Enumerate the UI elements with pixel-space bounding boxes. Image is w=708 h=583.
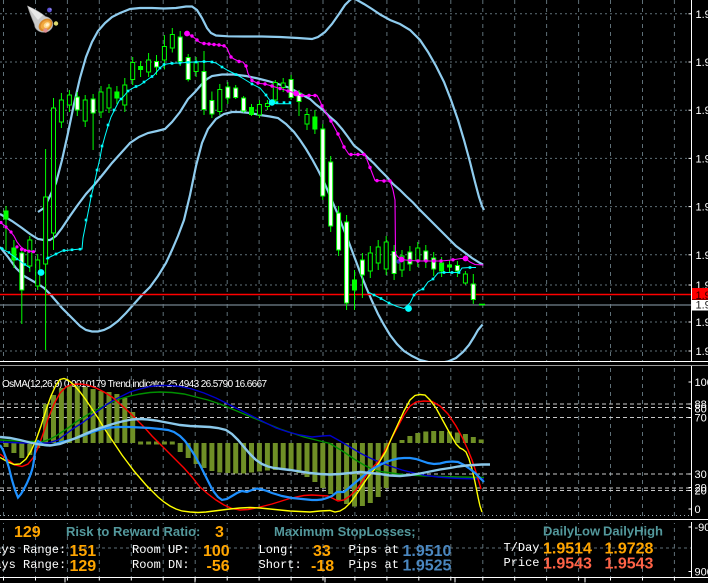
svg-text:1.9520: 1.9520 [696,346,708,358]
svg-text:1.9520: 1.9520 [696,57,708,69]
svg-text:-900: -900 [695,522,708,534]
svg-text:Long:: Long: [259,543,295,557]
svg-text:1.9543: 1.9543 [605,556,654,573]
svg-text:100: 100 [695,377,708,389]
svg-text:70: 70 [695,413,707,425]
svg-text:Risk to Reward Ratio:: Risk to Reward Ratio: [66,524,200,539]
svg-text:DailyLow: DailyLow [543,524,601,539]
svg-text:1.9525: 1.9525 [403,558,452,575]
svg-text:T/Day: T/Day [504,541,540,555]
svg-text:Room UP:: Room UP: [132,543,190,557]
svg-text:1.9520: 1.9520 [696,153,708,165]
svg-text:1.9520: 1.9520 [696,250,708,262]
svg-text:-56: -56 [207,558,230,575]
svg-text:20: 20 [695,486,707,498]
svg-text:Room DN:: Room DN: [132,558,190,572]
svg-text:129: 129 [70,558,97,575]
svg-text:Short:: Short: [259,558,302,572]
svg-text:Days Range:: Days Range: [0,543,66,557]
svg-text:0: 0 [695,504,701,516]
svg-text:1.9520: 1.9520 [696,300,708,312]
svg-text:30: 30 [695,469,707,481]
svg-text:1.9520: 1.9520 [696,9,708,21]
svg-text:900: 900 [695,567,708,579]
svg-text:-18: -18 [311,558,334,575]
svg-text:Maximum StopLosses;: Maximum StopLosses; [274,524,416,539]
svg-text:1.9520: 1.9520 [696,105,708,117]
svg-text:Days Range:: Days Range: [0,558,66,572]
svg-text:1.9543: 1.9543 [543,556,592,573]
svg-text:Price: Price [504,556,540,570]
svg-text:1.9520: 1.9520 [696,317,708,329]
svg-text:1.9520: 1.9520 [696,202,708,214]
svg-text:Pips at: Pips at [349,543,399,557]
svg-text:DailyHigh: DailyHigh [603,524,663,539]
svg-text:3: 3 [215,524,224,541]
svg-text:OsMA(12,26,9) 0.0010179 Trend: OsMA(12,26,9) 0.0010179 Trend indicator … [2,379,268,390]
svg-text:Pips at: Pips at [349,558,399,572]
svg-text:129: 129 [14,524,41,541]
